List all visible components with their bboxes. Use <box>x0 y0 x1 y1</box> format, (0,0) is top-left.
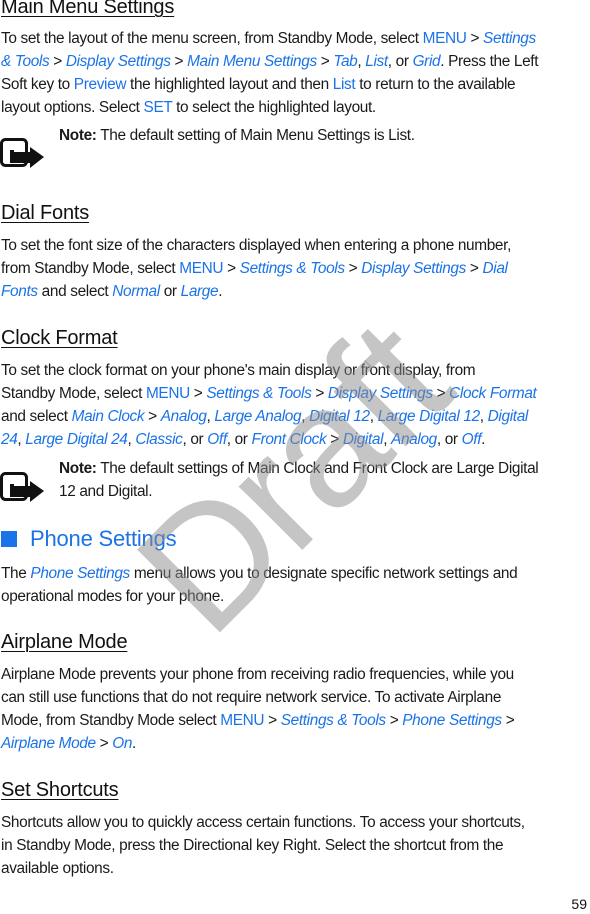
paragraph-line: To set the font size of the characters d… <box>1 237 511 254</box>
paragraph-line: & Tools > Display Settings > Main Menu S… <box>1 53 539 70</box>
paragraph-line: in Standby Mode, press the Directional k… <box>1 837 504 854</box>
note-clock-format-cont: 12 and Digital. <box>59 483 153 500</box>
menu-key: MENU <box>422 30 467 47</box>
paragraph-line: The Phone Settings menu allows you to de… <box>1 565 518 582</box>
paragraph-line: 24, Large Digital 24, Classic, or Off, o… <box>1 431 486 448</box>
page-number: 59 <box>571 896 587 912</box>
paragraph-line: operational modes for your phone. <box>1 588 224 605</box>
heading-main-menu-settings: Main Menu Settings <box>1 0 175 18</box>
document-page: Main Menu Settings To set the layout of … <box>0 0 590 914</box>
heading-phone-settings: Phone Settings <box>1 526 177 552</box>
paragraph-line: can still use functions that do not requ… <box>1 689 502 706</box>
heading-clock-format: Clock Format <box>1 327 118 349</box>
paragraph-line: Shortcuts allow you to quickly access ce… <box>1 814 525 831</box>
heading-dial-fonts: Dial Fonts <box>1 202 90 224</box>
heading-set-shortcuts: Set Shortcuts <box>1 779 119 801</box>
note-icon <box>0 138 44 168</box>
paragraph-line: Mode, from Standby Mode select MENU > Se… <box>1 712 515 729</box>
paragraph-line: Soft key to Preview the highlighted layo… <box>1 76 516 93</box>
note-main-menu: Note: The default setting of Main Menu S… <box>59 127 415 144</box>
paragraph-line: from Standby Mode, select MENU > Setting… <box>1 260 508 277</box>
paragraph-line: To set the clock format on your phone's … <box>1 362 476 379</box>
section-square-icon <box>1 531 17 547</box>
paragraph-line: Airplane Mode prevents your phone from r… <box>1 666 514 683</box>
paragraph-line: and select Main Clock > Analog, Large An… <box>1 408 528 425</box>
paragraph-line: available options. <box>1 860 114 877</box>
paragraph-line: Standby Mode, select MENU > Settings & T… <box>1 385 537 402</box>
note-icon <box>0 472 44 502</box>
paragraph-line: Airplane Mode > On. <box>1 735 136 752</box>
paragraph-line: Fonts and select Normal or Large. <box>1 283 223 300</box>
heading-airplane-mode: Airplane Mode <box>1 631 128 653</box>
paragraph-line: To set the layout of the menu screen, fr… <box>1 30 536 47</box>
paragraph-line: layout options. Select SET to select the… <box>1 99 376 116</box>
note-clock-format: Note: The default settings of Main Clock… <box>59 460 539 477</box>
